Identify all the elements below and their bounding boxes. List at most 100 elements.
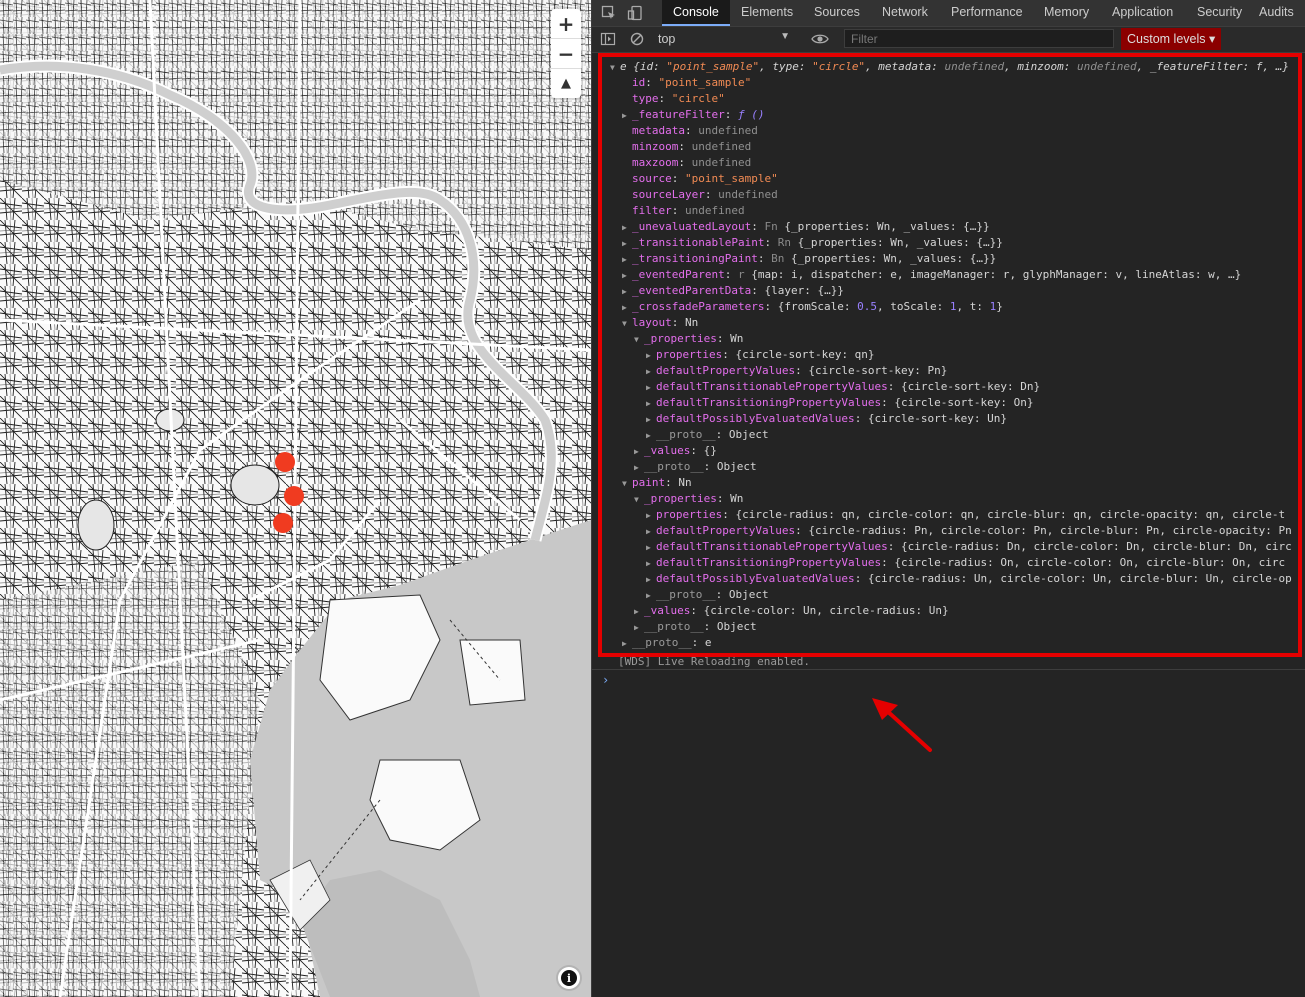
tab-console[interactable]: Console bbox=[662, 0, 730, 26]
console-line[interactable]: ▶ defaultPropertyValues: {circle-sort-key… bbox=[646, 363, 947, 379]
console-line[interactable]: ▼ _properties: Wn bbox=[634, 331, 743, 347]
compass-button[interactable]: ▲ bbox=[551, 69, 581, 98]
collapsed-arrow-icon[interactable]: ▶ bbox=[646, 508, 656, 524]
collapsed-arrow-icon[interactable]: ▶ bbox=[622, 220, 632, 236]
console-filter-input[interactable]: Filter bbox=[844, 29, 1114, 48]
console-line[interactable]: ▶ defaultPossiblyEvaluatedValues: {circle… bbox=[646, 411, 1007, 427]
console-line[interactable]: ▶ defaultTransitionablePropertyValues: {c… bbox=[646, 379, 1040, 395]
inspect-element-icon[interactable] bbox=[601, 5, 617, 21]
console-output[interactable]: ▼ e {id: "point_sample", type: "circle", … bbox=[592, 53, 1305, 997]
collapsed-arrow-icon[interactable]: ▶ bbox=[646, 364, 656, 380]
zoom-in-button[interactable]: + bbox=[551, 9, 581, 39]
console-line[interactable]: ▶ properties: {circle-radius: qn, circle-… bbox=[646, 507, 1285, 523]
map-marker[interactable] bbox=[284, 486, 304, 506]
console-line: type: "circle" bbox=[622, 91, 725, 107]
console-token: _eventedParent bbox=[632, 268, 725, 281]
expanded-arrow-icon[interactable]: ▼ bbox=[622, 476, 632, 492]
collapsed-arrow-icon[interactable]: ▶ bbox=[646, 412, 656, 428]
console-line[interactable]: ▶ _values: {} bbox=[634, 443, 717, 459]
console-line[interactable]: ▶ __proto__: Object bbox=[634, 619, 757, 635]
map-marker[interactable] bbox=[273, 513, 293, 533]
collapsed-arrow-icon[interactable]: ▶ bbox=[622, 236, 632, 252]
console-prompt[interactable]: › bbox=[602, 673, 609, 687]
zoom-out-button[interactable]: − bbox=[551, 39, 581, 69]
device-toolbar-icon[interactable] bbox=[627, 5, 643, 21]
clear-console-icon[interactable] bbox=[629, 31, 645, 47]
tab-security[interactable]: Security bbox=[1186, 0, 1253, 26]
collapsed-arrow-icon[interactable]: ▶ bbox=[634, 620, 644, 636]
sidebar-toggle-icon[interactable] bbox=[600, 31, 616, 47]
console-line[interactable]: ▶ _unevaluatedLayout: Fn {_properties: Wn… bbox=[622, 219, 990, 235]
collapsed-arrow-icon[interactable]: ▶ bbox=[622, 636, 632, 652]
collapsed-arrow-icon[interactable]: ▶ bbox=[646, 540, 656, 556]
tab-application[interactable]: Application bbox=[1101, 0, 1184, 26]
console-token: {_properties: Wn, _values: {…}} bbox=[797, 236, 1003, 249]
console-line[interactable]: ▶ _values: {circle-color: Un, circle-radi… bbox=[634, 603, 949, 619]
collapsed-arrow-icon[interactable]: ▶ bbox=[634, 444, 644, 460]
console-line[interactable]: ▶ defaultPossiblyEvaluatedValues: {circle… bbox=[646, 571, 1292, 587]
collapsed-arrow-icon[interactable]: ▶ bbox=[622, 108, 632, 124]
console-token: "point_sample" bbox=[658, 76, 752, 89]
console-token: : {} bbox=[690, 444, 717, 457]
collapsed-arrow-icon[interactable]: ▶ bbox=[622, 284, 632, 300]
console-line[interactable]: ▶ defaultTransitioningPropertyValues: {ci… bbox=[646, 395, 1034, 411]
console-token: _values bbox=[644, 604, 691, 617]
console-line[interactable]: ▶ _crossfadeParameters: {fromScale: 0.5, … bbox=[622, 299, 1003, 315]
console-line[interactable]: ▼ _properties: Wn bbox=[634, 491, 743, 507]
console-line[interactable]: ▼ e {id: "point_sample", type: "circle", … bbox=[610, 59, 1289, 75]
live-expression-eye-icon[interactable] bbox=[811, 31, 829, 47]
collapsed-arrow-icon[interactable]: ▶ bbox=[646, 428, 656, 444]
collapsed-arrow-icon[interactable]: ▶ bbox=[622, 268, 632, 284]
console-line: maxzoom: undefined bbox=[622, 155, 751, 171]
console-line[interactable]: ▶ __proto__: Object bbox=[646, 427, 769, 443]
collapsed-arrow-icon[interactable]: ▶ bbox=[646, 524, 656, 540]
console-line[interactable]: ▶ _featureFilter: ƒ () bbox=[622, 107, 764, 123]
collapsed-arrow-icon[interactable]: ▶ bbox=[646, 556, 656, 572]
expanded-arrow-icon[interactable]: ▼ bbox=[634, 492, 644, 508]
expanded-arrow-icon[interactable]: ▼ bbox=[634, 332, 644, 348]
console-token: __proto__ bbox=[632, 636, 692, 649]
tab-memory[interactable]: Memory bbox=[1033, 0, 1100, 26]
console-token: undefined bbox=[718, 188, 778, 201]
console-line[interactable]: ▶ _eventedParent: r {map: i, dispatcher: … bbox=[622, 267, 1241, 283]
collapsed-arrow-icon[interactable]: ▶ bbox=[646, 588, 656, 604]
tab-audits[interactable]: Audits bbox=[1248, 0, 1305, 26]
console-token: _eventedParentData bbox=[632, 284, 752, 297]
console-line[interactable]: ▼ paint: Nn bbox=[622, 475, 692, 491]
console-token: , minzoom: bbox=[1004, 60, 1078, 73]
tab-network[interactable]: Network bbox=[871, 0, 939, 26]
collapsed-arrow-icon[interactable]: ▶ bbox=[646, 348, 656, 364]
collapsed-arrow-icon[interactable]: ▶ bbox=[622, 300, 632, 316]
console-line[interactable]: ▶ _eventedParentData: {layer: {…}} bbox=[622, 283, 844, 299]
expanded-arrow-icon[interactable]: ▼ bbox=[610, 60, 620, 76]
collapsed-arrow-icon[interactable]: ▶ bbox=[646, 572, 656, 588]
collapsed-arrow-icon[interactable]: ▶ bbox=[634, 460, 644, 476]
tab-performance[interactable]: Performance bbox=[940, 0, 1034, 26]
console-line[interactable]: ▼ layout: Nn bbox=[622, 315, 698, 331]
tab-elements[interactable]: Elements bbox=[730, 0, 804, 26]
console-line[interactable]: ▶ defaultTransitionablePropertyValues: {c… bbox=[646, 539, 1292, 555]
console-line[interactable]: ▶ _transitionablePaint: Rn {_properties: … bbox=[622, 235, 1003, 251]
context-selector[interactable]: top ▼ bbox=[658, 31, 790, 46]
console-line[interactable]: ▶ properties: {circle-sort-key: qn} bbox=[646, 347, 875, 363]
console-line[interactable]: ▶ defaultTransitioningPropertyValues: {ci… bbox=[646, 555, 1285, 571]
console-line[interactable]: ▶ __proto__: Object bbox=[634, 459, 757, 475]
console-token: : {circle-sort-key: Un} bbox=[854, 412, 1008, 425]
collapsed-arrow-icon[interactable]: ▶ bbox=[622, 252, 632, 268]
collapsed-arrow-icon[interactable]: ▶ bbox=[646, 396, 656, 412]
console-line[interactable]: ▶ __proto__: e bbox=[622, 635, 711, 651]
console-token: undefined bbox=[944, 60, 1005, 73]
console-line[interactable]: ▶ defaultPropertyValues: {circle-radius: … bbox=[646, 523, 1292, 539]
attribution-button[interactable]: i bbox=[558, 967, 580, 989]
console-line[interactable]: ▶ _transitioningPaint: Bn {_properties: W… bbox=[622, 251, 996, 267]
map-marker[interactable] bbox=[275, 452, 295, 472]
console-token: "point_sample" bbox=[685, 172, 778, 185]
console-token: undefined bbox=[1077, 60, 1137, 73]
map-view[interactable]: + − ▲ i bbox=[0, 0, 591, 997]
collapsed-arrow-icon[interactable]: ▶ bbox=[646, 380, 656, 396]
log-levels-dropdown[interactable]: Custom levels ▾ bbox=[1121, 28, 1222, 50]
console-line[interactable]: ▶ __proto__: Object bbox=[646, 587, 769, 603]
expanded-arrow-icon[interactable]: ▼ bbox=[622, 316, 632, 332]
collapsed-arrow-icon[interactable]: ▶ bbox=[634, 604, 644, 620]
tab-sources[interactable]: Sources bbox=[803, 0, 871, 26]
